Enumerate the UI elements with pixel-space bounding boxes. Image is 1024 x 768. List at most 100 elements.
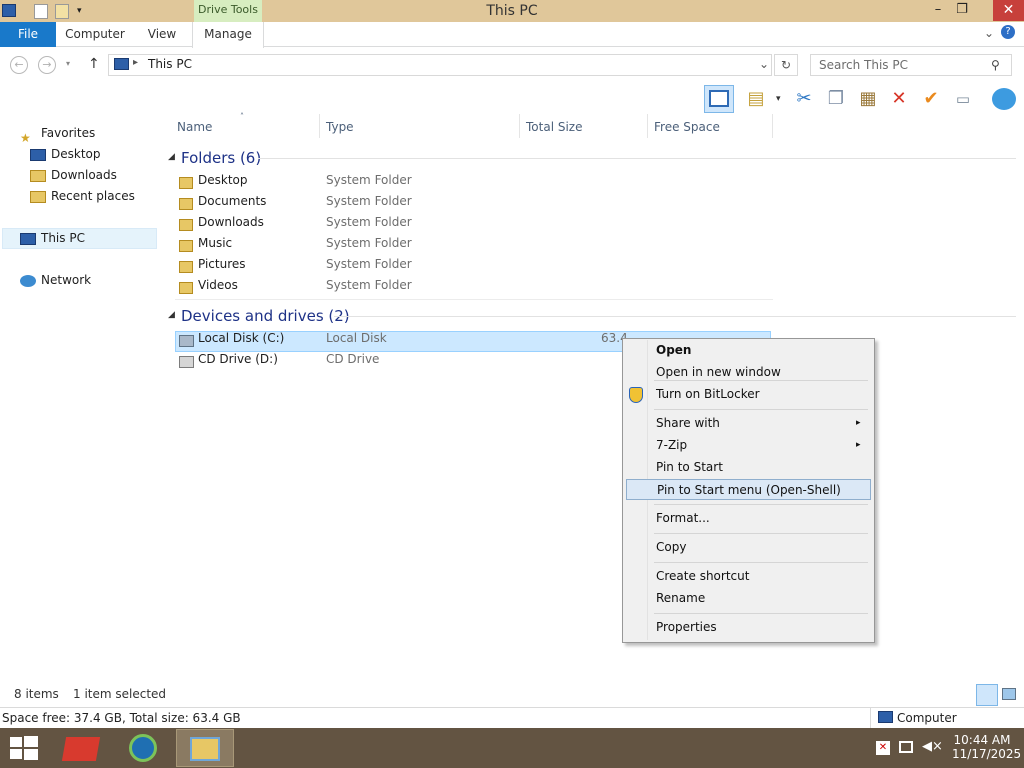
- network-tray-icon[interactable]: [899, 741, 913, 753]
- menu-item-rename[interactable]: Rename: [634, 588, 870, 609]
- tab-computer[interactable]: Computer: [60, 22, 130, 47]
- app-icon[interactable]: [2, 4, 16, 17]
- customize-quick-access-icon[interactable]: ▾: [77, 6, 82, 16]
- title-bar: This PC: [0, 0, 1024, 22]
- menu-item-pin-to-start[interactable]: Pin to Start: [634, 457, 870, 478]
- menu-item-open[interactable]: Open: [634, 340, 870, 361]
- column-name[interactable]: Name: [177, 119, 212, 135]
- folder-name[interactable]: Music: [198, 236, 232, 250]
- path-arrow-icon[interactable]: ▸: [133, 57, 138, 68]
- pictures-folder-icon: [179, 261, 193, 273]
- taskbar-app-file-explorer[interactable]: [176, 729, 234, 767]
- column-divider[interactable]: [519, 114, 520, 138]
- cut-icon[interactable]: ✂: [792, 88, 816, 110]
- menu-item-pin-openshell[interactable]: Pin to Start menu (Open-Shell): [626, 479, 871, 500]
- properties-toolbar-icon[interactable]: ▭: [951, 88, 975, 110]
- divider: [870, 708, 871, 728]
- refresh-button[interactable]: ↻: [774, 54, 798, 76]
- preview-pane-icon[interactable]: [704, 85, 734, 113]
- group-devices-and-drives[interactable]: Devices and drives (2): [181, 306, 350, 326]
- forward-button[interactable]: →: [38, 56, 56, 74]
- menu-separator: [654, 613, 868, 614]
- menu-separator: [654, 504, 868, 505]
- column-divider[interactable]: [772, 114, 773, 138]
- window-title: This PC: [486, 3, 538, 19]
- menu-item-create-shortcut[interactable]: Create shortcut: [634, 566, 870, 587]
- properties-icon[interactable]: [34, 4, 48, 19]
- volume-muted-icon[interactable]: ◀×: [922, 739, 943, 754]
- menu-separator: [654, 409, 868, 410]
- start-button[interactable]: [10, 736, 38, 760]
- checkmark-icon[interactable]: ✔: [919, 88, 943, 110]
- help-icon[interactable]: ?: [1001, 25, 1015, 39]
- up-button[interactable]: ↑: [88, 56, 100, 72]
- collapse-group-icon[interactable]: ◢: [168, 152, 175, 162]
- folder-name[interactable]: Desktop: [198, 173, 248, 187]
- sidebar-favorites[interactable]: ★ Favorites: [20, 123, 95, 145]
- details-view-button[interactable]: [976, 684, 998, 706]
- address-location[interactable]: This PC: [148, 57, 192, 71]
- tab-file[interactable]: File: [0, 22, 56, 47]
- sort-ascending-icon: ˄: [240, 112, 244, 121]
- folder-name[interactable]: Downloads: [198, 215, 264, 229]
- paste-icon[interactable]: ▦: [856, 88, 880, 110]
- local-disk-icon: [179, 335, 194, 347]
- folder-type: System Folder: [326, 257, 412, 271]
- sidebar-item-downloads[interactable]: Downloads: [30, 165, 117, 185]
- search-input[interactable]: Search This PC ⚲: [810, 54, 1012, 76]
- folder-name[interactable]: Videos: [198, 278, 238, 292]
- drive-type: CD Drive: [326, 352, 380, 366]
- taskbar-app-browser[interactable]: [116, 729, 170, 767]
- tab-view[interactable]: View: [140, 22, 184, 47]
- collapse-group-icon[interactable]: ◢: [168, 310, 175, 320]
- sidebar-item-desktop[interactable]: Desktop: [30, 144, 101, 164]
- column-free-space[interactable]: Free Space: [654, 119, 720, 135]
- menu-separator: [654, 533, 868, 534]
- back-button[interactable]: ←: [10, 56, 28, 74]
- menu-item-copy[interactable]: Copy: [634, 537, 870, 558]
- folder-type: System Folder: [326, 236, 412, 250]
- folder-name[interactable]: Pictures: [198, 257, 246, 271]
- address-bar[interactable]: ▸ This PC ⌄: [108, 54, 772, 76]
- column-divider[interactable]: [319, 114, 320, 138]
- drive-name[interactable]: Local Disk (C:): [198, 331, 284, 345]
- address-dropdown-icon[interactable]: ⌄: [759, 57, 769, 71]
- menu-item-7zip[interactable]: 7-Zip: [634, 435, 870, 456]
- clock[interactable]: 10:44 AM 11/17/2025: [952, 733, 1021, 761]
- tab-manage[interactable]: Manage: [192, 22, 264, 48]
- large-icons-view-button[interactable]: [1002, 688, 1016, 700]
- windows-logo-icon: [10, 749, 22, 759]
- taskbar-app-toolbox[interactable]: [54, 729, 108, 767]
- new-folder-icon[interactable]: [55, 4, 69, 19]
- ribbon-collapse-icon[interactable]: ⌄: [984, 26, 994, 40]
- column-type[interactable]: Type: [326, 119, 354, 135]
- folder-name[interactable]: Documents: [198, 194, 266, 208]
- folder-type: System Folder: [326, 173, 412, 187]
- restore-button[interactable]: ❐: [948, 0, 976, 20]
- menu-item-format[interactable]: Format...: [634, 508, 870, 529]
- column-divider[interactable]: [647, 114, 648, 138]
- sidebar-item-recent-places[interactable]: Recent places: [30, 186, 135, 206]
- copy-icon[interactable]: ❐: [824, 88, 848, 110]
- options-dropdown-icon[interactable]: ▾: [776, 94, 781, 104]
- delete-icon[interactable]: ✕: [887, 88, 911, 110]
- this-pc-nav-icon: [20, 232, 36, 245]
- status-bar: 8 items 1 item selected: [0, 684, 1024, 707]
- group-folders[interactable]: Folders (6): [181, 148, 261, 168]
- downloads-folder-icon: [30, 169, 46, 182]
- menu-item-properties[interactable]: Properties: [634, 617, 870, 638]
- close-button[interactable]: ✕: [993, 0, 1024, 21]
- action-center-icon[interactable]: ✕: [876, 741, 890, 755]
- drive-name[interactable]: CD Drive (D:): [198, 352, 278, 366]
- menu-item-share-with[interactable]: Share with: [634, 413, 870, 434]
- this-pc-icon: [114, 58, 129, 70]
- recent-places-icon: [30, 190, 46, 203]
- menu-item-bitlocker[interactable]: Turn on BitLocker: [634, 384, 870, 405]
- recent-locations-icon[interactable]: ▾: [66, 59, 70, 68]
- sidebar-item-this-pc[interactable]: This PC: [20, 228, 85, 248]
- submenu-arrow-icon: ▸: [856, 418, 861, 428]
- shell-icon[interactable]: [992, 88, 1016, 110]
- column-total-size[interactable]: Total Size: [526, 119, 582, 135]
- folder-options-icon[interactable]: ▤: [744, 88, 768, 110]
- sidebar-item-network[interactable]: Network: [20, 270, 91, 290]
